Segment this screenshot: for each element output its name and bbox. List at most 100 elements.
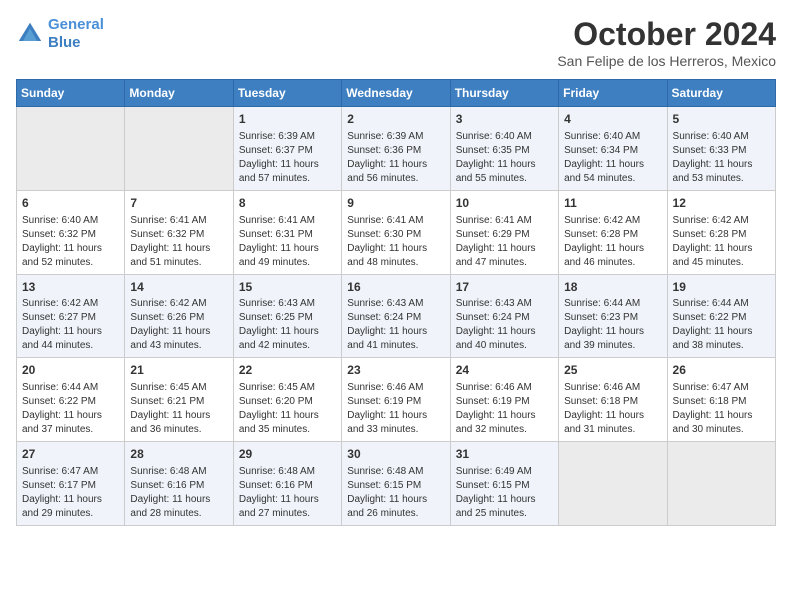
day-number: 24 (456, 362, 553, 379)
day-detail: Sunrise: 6:45 AMSunset: 6:21 PMDaylight:… (130, 381, 227, 437)
day-number: 30 (347, 446, 444, 463)
day-detail: Sunrise: 6:42 AMSunset: 6:27 PMDaylight:… (22, 297, 119, 353)
weekday-header: Monday (125, 80, 233, 107)
day-number: 15 (239, 279, 336, 296)
calendar-subtitle: San Felipe de los Herreros, Mexico (557, 53, 776, 69)
day-number: 17 (456, 279, 553, 296)
day-number: 20 (22, 362, 119, 379)
day-detail: Sunrise: 6:48 AMSunset: 6:15 PMDaylight:… (347, 465, 444, 521)
calendar-cell: 7Sunrise: 6:41 AMSunset: 6:32 PMDaylight… (125, 190, 233, 274)
calendar-cell: 4 Sunrise: 6:40 AMSunset: 6:34 PMDaylight… (559, 107, 667, 191)
calendar-cell: 25Sunrise: 6:46 AMSunset: 6:18 PMDayligh… (559, 358, 667, 442)
day-detail: Sunrise: 6:49 AMSunset: 6:15 PMDaylight:… (456, 465, 553, 521)
weekday-header: Saturday (667, 80, 775, 107)
day-detail: Sunrise: 6:48 AMSunset: 6:16 PMDaylight:… (130, 465, 227, 521)
day-detail: Sunrise: 6:41 AMSunset: 6:29 PMDaylight:… (456, 214, 553, 270)
day-detail: Sunrise: 6:45 AMSunset: 6:20 PMDaylight:… (239, 381, 336, 437)
day-detail: Sunrise: 6:47 AMSunset: 6:18 PMDaylight:… (673, 381, 770, 437)
weekday-header: Sunday (17, 80, 125, 107)
calendar-cell: 16Sunrise: 6:43 AMSunset: 6:24 PMDayligh… (342, 274, 450, 358)
day-detail: Sunrise: 6:46 AMSunset: 6:19 PMDaylight:… (347, 381, 444, 437)
day-detail: Sunrise: 6:39 AMSunset: 6:36 PMDaylight:… (347, 130, 444, 186)
day-number: 19 (673, 279, 770, 296)
calendar-cell: 13Sunrise: 6:42 AMSunset: 6:27 PMDayligh… (17, 274, 125, 358)
day-number: 13 (22, 279, 119, 296)
day-number: 25 (564, 362, 661, 379)
day-detail: Sunrise: 6:42 AMSunset: 6:28 PMDaylight:… (673, 214, 770, 270)
day-number: 4 (564, 111, 661, 128)
calendar-cell (17, 107, 125, 191)
day-number: 29 (239, 446, 336, 463)
calendar-cell (667, 442, 775, 526)
calendar-cell: 10 Sunrise: 6:41 AMSunset: 6:29 PMDayligh… (450, 190, 558, 274)
day-detail: Sunrise: 6:43 AMSunset: 6:25 PMDaylight:… (239, 297, 336, 353)
day-detail: Sunrise: 6:48 AMSunset: 6:16 PMDaylight:… (239, 465, 336, 521)
day-number: 1 (239, 111, 336, 128)
day-detail: Sunrise: 6:40 AMSunset: 6:33 PMDaylight:… (673, 130, 770, 186)
day-number: 28 (130, 446, 227, 463)
day-number: 18 (564, 279, 661, 296)
day-number: 31 (456, 446, 553, 463)
weekday-header: Tuesday (233, 80, 341, 107)
calendar-cell: 31 Sunrise: 6:49 AMSunset: 6:15 PMDayligh… (450, 442, 558, 526)
calendar-cell (125, 107, 233, 191)
day-number: 23 (347, 362, 444, 379)
calendar-cell: 5 Sunrise: 6:40 AMSunset: 6:33 PMDaylight… (667, 107, 775, 191)
calendar-cell: 15Sunrise: 6:43 AMSunset: 6:25 PMDayligh… (233, 274, 341, 358)
calendar-cell (559, 442, 667, 526)
calendar-cell: 28 Sunrise: 6:48 AMSunset: 6:16 PMDayligh… (125, 442, 233, 526)
calendar-cell: 8 Sunrise: 6:41 AMSunset: 6:31 PMDaylight… (233, 190, 341, 274)
calendar-table: SundayMondayTuesdayWednesdayThursdayFrid… (16, 79, 776, 526)
calendar-cell: 9Sunrise: 6:41 AMSunset: 6:30 PMDaylight… (342, 190, 450, 274)
day-number: 14 (130, 279, 227, 296)
calendar-week-row: 27 Sunrise: 6:47 AMSunset: 6:17 PMDayligh… (17, 442, 776, 526)
logo-line2: Blue (48, 34, 81, 51)
day-number: 5 (673, 111, 770, 128)
day-detail: Sunrise: 6:40 AMSunset: 6:32 PMDaylight:… (22, 214, 119, 270)
day-number: 26 (673, 362, 770, 379)
day-number: 7 (130, 195, 227, 212)
day-detail: Sunrise: 6:41 AMSunset: 6:31 PMDaylight:… (239, 214, 336, 270)
day-number: 9 (347, 195, 444, 212)
calendar-cell: 2Sunrise: 6:39 AMSunset: 6:36 PMDaylight… (342, 107, 450, 191)
day-detail: Sunrise: 6:42 AMSunset: 6:26 PMDaylight:… (130, 297, 227, 353)
calendar-cell: 19Sunrise: 6:44 AMSunset: 6:22 PMDayligh… (667, 274, 775, 358)
day-detail: Sunrise: 6:47 AMSunset: 6:17 PMDaylight:… (22, 465, 119, 521)
calendar-cell: 17Sunrise: 6:43 AMSunset: 6:24 PMDayligh… (450, 274, 558, 358)
weekday-header-row: SundayMondayTuesdayWednesdayThursdayFrid… (17, 80, 776, 107)
day-detail: Sunrise: 6:39 AMSunset: 6:37 PMDaylight:… (239, 130, 336, 186)
day-number: 16 (347, 279, 444, 296)
logo-line1: General (48, 16, 104, 33)
day-detail: Sunrise: 6:40 AMSunset: 6:35 PMDaylight:… (456, 130, 553, 186)
calendar-cell: 1 Sunrise: 6:39 AMSunset: 6:37 PMDaylight… (233, 107, 341, 191)
page-header: General Blue October 2024 San Felipe de … (16, 16, 776, 69)
calendar-cell: 27 Sunrise: 6:47 AMSunset: 6:17 PMDayligh… (17, 442, 125, 526)
day-detail: Sunrise: 6:43 AMSunset: 6:24 PMDaylight:… (456, 297, 553, 353)
calendar-cell: 29 Sunrise: 6:48 AMSunset: 6:16 PMDayligh… (233, 442, 341, 526)
calendar-cell: 3Sunrise: 6:40 AMSunset: 6:35 PMDaylight… (450, 107, 558, 191)
calendar-cell: 20Sunrise: 6:44 AMSunset: 6:22 PMDayligh… (17, 358, 125, 442)
calendar-cell: 11Sunrise: 6:42 AMSunset: 6:28 PMDayligh… (559, 190, 667, 274)
calendar-cell: 12 Sunrise: 6:42 AMSunset: 6:28 PMDayligh… (667, 190, 775, 274)
day-number: 27 (22, 446, 119, 463)
calendar-week-row: 6Sunrise: 6:40 AMSunset: 6:32 PMDaylight… (17, 190, 776, 274)
weekday-header: Wednesday (342, 80, 450, 107)
calendar-cell: 18Sunrise: 6:44 AMSunset: 6:23 PMDayligh… (559, 274, 667, 358)
weekday-header: Friday (559, 80, 667, 107)
title-block: October 2024 San Felipe de los Herreros,… (557, 16, 776, 69)
calendar-week-row: 1 Sunrise: 6:39 AMSunset: 6:37 PMDaylight… (17, 107, 776, 191)
day-number: 10 (456, 195, 553, 212)
logo-icon (16, 20, 44, 48)
calendar-cell: 6Sunrise: 6:40 AMSunset: 6:32 PMDaylight… (17, 190, 125, 274)
day-number: 12 (673, 195, 770, 212)
day-detail: Sunrise: 6:44 AMSunset: 6:22 PMDaylight:… (673, 297, 770, 353)
calendar-cell: 22Sunrise: 6:45 AMSunset: 6:20 PMDayligh… (233, 358, 341, 442)
day-detail: Sunrise: 6:40 AMSunset: 6:34 PMDaylight:… (564, 130, 661, 186)
calendar-week-row: 13Sunrise: 6:42 AMSunset: 6:27 PMDayligh… (17, 274, 776, 358)
weekday-header: Thursday (450, 80, 558, 107)
day-detail: Sunrise: 6:43 AMSunset: 6:24 PMDaylight:… (347, 297, 444, 353)
calendar-cell: 21Sunrise: 6:45 AMSunset: 6:21 PMDayligh… (125, 358, 233, 442)
calendar-cell: 30 Sunrise: 6:48 AMSunset: 6:15 PMDayligh… (342, 442, 450, 526)
calendar-cell: 23 Sunrise: 6:46 AMSunset: 6:19 PMDayligh… (342, 358, 450, 442)
day-number: 8 (239, 195, 336, 212)
